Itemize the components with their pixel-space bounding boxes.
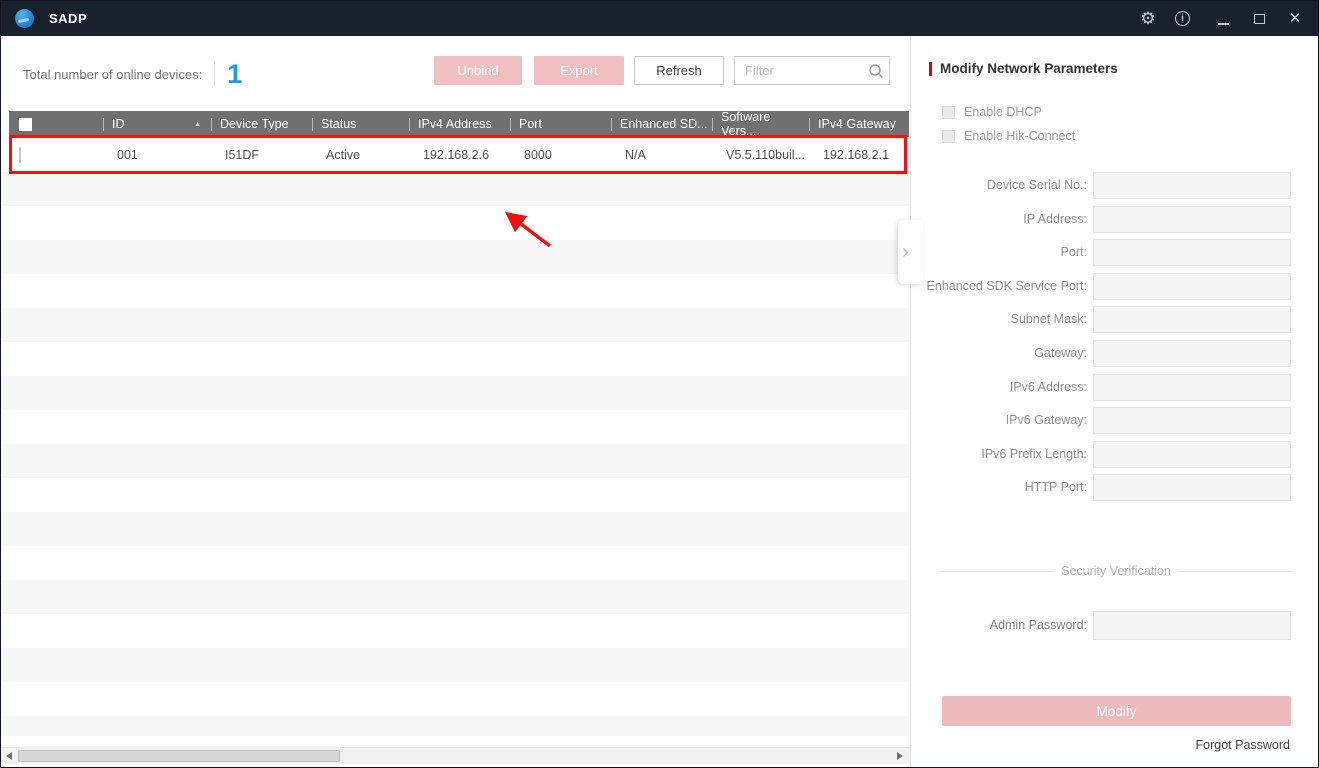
ipv6-gateway-input[interactable]	[1093, 407, 1291, 434]
device-serial-input[interactable]	[1093, 172, 1291, 199]
cell-device-type: I51DF	[225, 147, 260, 162]
gateway-label: Gateway:	[1034, 346, 1087, 360]
ipv6-address-input[interactable]	[1093, 374, 1291, 401]
cell-port: 8000	[524, 147, 552, 162]
modify-network-panel: Modify Network Parameters Enable DHCP En…	[911, 36, 1318, 767]
subnet-mask-label: Subnet Mask:	[1010, 312, 1087, 326]
security-verification-label: Security Verification	[1061, 564, 1171, 578]
cell-status: Active	[326, 147, 361, 162]
online-device-summary: Total number of online devices: 1	[23, 58, 242, 90]
select-all-header-cell	[9, 111, 103, 137]
enhanced-sdk-port-input[interactable]	[1093, 273, 1291, 300]
cell-id: 001	[117, 147, 138, 162]
red-accent-bar	[929, 61, 932, 76]
maximize-button[interactable]	[1250, 10, 1268, 28]
enable-dhcp-checkbox[interactable]	[942, 105, 955, 119]
ip-address-input[interactable]	[1093, 206, 1291, 233]
enable-hik-connect-option: Enable Hik-Connect	[942, 129, 1075, 143]
cell-software-version: V5.5.110buil...	[726, 147, 805, 162]
panel-title: Modify Network Parameters	[940, 61, 1118, 76]
device-table-row[interactable]: 001 I51DF Active 192.168.2.6 8000 N/A V5…	[9, 137, 909, 172]
select-all-checkbox[interactable]	[19, 117, 32, 131]
export-button[interactable]: Export	[534, 56, 624, 85]
minimize-button[interactable]	[1214, 10, 1232, 28]
empty-table-rows	[1, 172, 910, 736]
column-header-ipv4-address[interactable]: IPv4 Address	[409, 111, 510, 137]
scrollbar-thumb[interactable]	[18, 750, 340, 762]
scroll-left-arrow-icon[interactable]	[6, 752, 12, 760]
http-port-input[interactable]	[1093, 474, 1291, 501]
unbind-button[interactable]: Unbind	[434, 56, 522, 85]
device-serial-label: Device Serial No.:	[986, 178, 1087, 192]
settings-gear-icon[interactable]: ⚙	[1139, 10, 1157, 28]
column-header-device-type[interactable]: Device Type	[211, 111, 312, 137]
enable-hik-connect-label: Enable Hik-Connect	[964, 129, 1076, 143]
panel-collapse-tab[interactable]: ›	[898, 220, 923, 284]
http-port-label: HTTP Port:	[1024, 480, 1087, 494]
refresh-button[interactable]: Refresh	[634, 56, 724, 85]
app-title: SADP	[49, 11, 88, 26]
chevron-right-icon: ›	[902, 240, 909, 263]
admin-password-row: Admin Password:	[911, 611, 1318, 640]
filter-input[interactable]	[735, 63, 863, 78]
cell-ipv4-gateway: 192.168.2.1	[823, 147, 890, 162]
titlebar: SADP ⚙ i ×	[1, 1, 1318, 36]
column-header-ipv4-gateway[interactable]: IPv4 Gateway	[809, 111, 909, 137]
column-header-port[interactable]: Port	[510, 111, 611, 137]
filter-search-box	[734, 56, 890, 85]
panel-title-row: Modify Network Parameters	[929, 61, 1118, 76]
row-checkbox-cell	[9, 146, 103, 163]
column-header-status[interactable]: Status	[312, 111, 409, 137]
admin-password-input[interactable]	[1093, 611, 1291, 640]
ipv6-prefix-length-label: IPv6 Prefix Length:	[981, 447, 1087, 461]
horizontal-scrollbar[interactable]	[1, 747, 910, 764]
titlebar-controls: ⚙ i ×	[1139, 9, 1304, 28]
total-devices-count: 1	[227, 58, 243, 89]
forgot-password-link[interactable]: Forgot Password	[1196, 738, 1290, 752]
column-header-id[interactable]: ID ▲	[103, 111, 211, 137]
gateway-input[interactable]	[1093, 340, 1291, 367]
admin-password-label: Admin Password:	[989, 618, 1087, 632]
column-header-enhanced-sdk[interactable]: Enhanced SD...	[611, 111, 712, 137]
enable-dhcp-option: Enable DHCP	[942, 105, 1042, 119]
enable-hik-connect-checkbox[interactable]	[942, 129, 955, 143]
column-header-software-version[interactable]: Software Vers...	[712, 110, 809, 138]
close-button[interactable]: ×	[1286, 9, 1304, 28]
ipv6-gateway-label: IPv6 Gateway:	[1005, 413, 1087, 427]
total-devices-label: Total number of online devices:	[23, 66, 203, 82]
scroll-right-arrow-icon[interactable]	[897, 752, 903, 760]
modify-button[interactable]: Modify	[942, 696, 1291, 726]
ipv6-prefix-length-input[interactable]	[1093, 441, 1291, 468]
sadp-logo-icon	[15, 9, 34, 28]
sort-ascending-icon: ▲	[194, 120, 201, 128]
ipv6-address-label: IPv6 Address:	[1009, 380, 1087, 394]
enable-dhcp-label: Enable DHCP	[964, 105, 1042, 119]
subnet-mask-input[interactable]	[1093, 306, 1291, 333]
port-label: Port:	[1060, 245, 1087, 259]
table-header: ID ▲ Device Type Status IPv4 Address Port…	[9, 110, 909, 138]
divider	[214, 61, 216, 87]
cell-enhanced-sdk: N/A	[625, 147, 646, 162]
port-input[interactable]	[1093, 239, 1291, 266]
security-verification-divider: Security Verification	[941, 564, 1291, 578]
row-checkbox[interactable]	[19, 146, 21, 163]
enhanced-sdk-port-label: Enhanced SDK Service Port:	[926, 279, 1088, 293]
info-icon[interactable]: i	[1175, 11, 1190, 26]
sadp-window: SADP ⚙ i × Total number of online device…	[0, 0, 1319, 768]
ip-address-label: IP Address:	[1023, 212, 1087, 226]
device-list-area: Total number of online devices: 1 Unbind…	[1, 36, 911, 767]
search-icon	[863, 63, 889, 79]
cell-ipv4-address: 192.168.2.6	[423, 147, 490, 162]
